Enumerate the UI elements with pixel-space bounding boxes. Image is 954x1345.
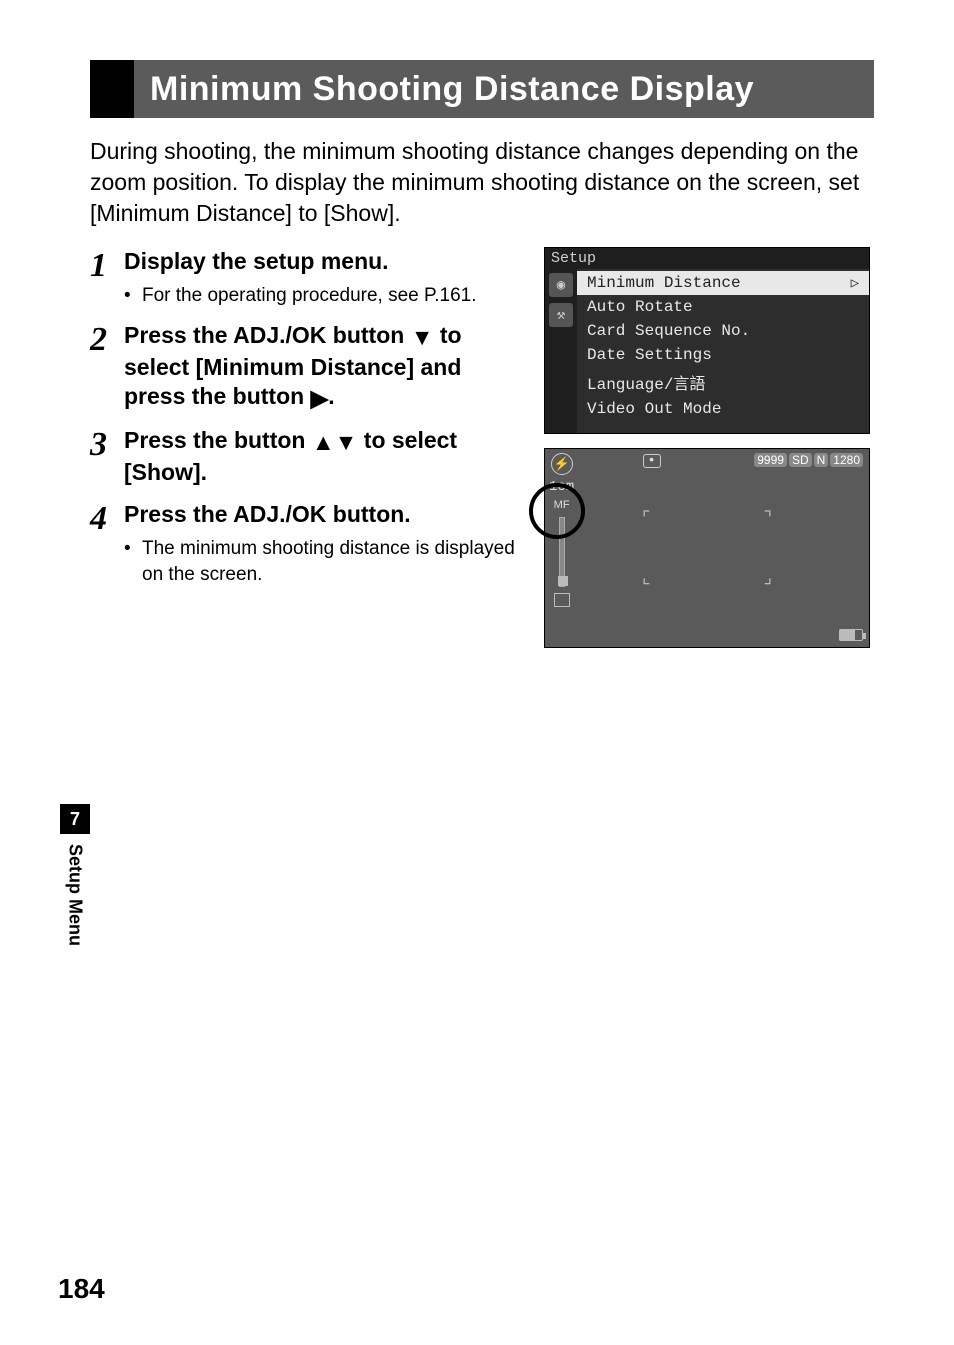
bullet-dot: • — [124, 283, 142, 309]
step-4-bullet: • The minimum shooting distance is displ… — [124, 536, 526, 587]
title-tab — [90, 60, 134, 118]
tools-icon: ⚒ — [549, 303, 573, 327]
step-number: 2 — [90, 321, 124, 415]
af-target-brackets: ⌜ ⌝ ⌞ ⌟ — [642, 508, 772, 588]
submenu-arrow-icon: ▷ — [851, 275, 859, 292]
focus-mode-icon: MF — [554, 499, 570, 511]
battery-icon — [839, 629, 863, 641]
zoom-scale-icon — [559, 517, 565, 587]
step-1: 1 Display the setup menu. • For the oper… — [90, 247, 526, 309]
section-title-bar: Minimum Shooting Distance Display — [90, 60, 874, 118]
menu-item: Date Settings — [577, 343, 869, 367]
up-down-arrow-icon: ▲▼ — [312, 428, 358, 458]
bracket-corner-icon: ⌝ — [764, 508, 772, 529]
step-3-part-0: Press the button — [124, 427, 312, 453]
step-4-text: Press the ADJ./OK button. — [124, 500, 526, 530]
step-2: 2 Press the ADJ./OK button ▼ to select [… — [90, 321, 526, 415]
bracket-corner-icon: ⌞ — [642, 567, 650, 588]
chapter-number: 7 — [60, 804, 90, 834]
intro-paragraph: During shooting, the minimum shooting di… — [90, 136, 874, 229]
live-view-badges: 9999SDN1280 — [752, 453, 863, 469]
down-arrow-icon: ▼ — [411, 323, 434, 353]
step-1-bullet: • For the operating procedure, see P.161… — [124, 283, 526, 309]
menu-item-minimum-distance: Minimum Distance ▷ — [577, 271, 869, 295]
step-2-text: Press the ADJ./OK button ▼ to select [Mi… — [124, 321, 526, 415]
menu-item: Auto Rotate — [577, 295, 869, 319]
step-4: 4 Press the ADJ./OK button. • The minimu… — [90, 500, 526, 587]
step-2-part-0: Press the ADJ./OK button — [124, 322, 411, 348]
setup-menu-sidebar: ◉ ⚒ — [545, 269, 577, 433]
menu-item-label: Auto Rotate — [587, 298, 693, 316]
sd-badge: SD — [789, 453, 812, 467]
step-2-part-4: . — [328, 383, 334, 409]
mode-badge: N — [814, 453, 829, 467]
live-view-left-icons: ⚡ 1cm MF — [549, 453, 574, 607]
step-4-bullet-text: The minimum shooting distance is display… — [142, 536, 526, 587]
menu-item-label: Card Sequence No. — [587, 322, 750, 340]
shooting-mode-icon — [554, 593, 570, 607]
bullet-dot: • — [124, 536, 142, 587]
setup-menu-screenshot: Setup ◉ ⚒ Minimum Distance ▷ Auto Rotate… — [544, 247, 870, 434]
step-number: 1 — [90, 247, 124, 309]
counter-badge: 9999 — [754, 453, 787, 467]
menu-item-label: Language/言語 — [587, 370, 705, 394]
menu-item-label: Minimum Distance — [587, 274, 741, 292]
section-title: Minimum Shooting Distance Display — [134, 70, 754, 109]
step-number: 3 — [90, 426, 124, 488]
menu-item: Language/言語 — [577, 367, 869, 397]
setup-menu-tab: Setup — [545, 248, 869, 269]
menu-item: Card Sequence No. — [577, 319, 869, 343]
chapter-label: Setup Menu — [65, 844, 86, 946]
bracket-corner-icon: ⌜ — [642, 508, 650, 529]
step-3: 3 Press the button ▲▼ to select [Show]. — [90, 426, 526, 488]
right-arrow-icon: ▶ — [311, 384, 329, 414]
af-frame-icon: • — [643, 454, 661, 468]
menu-item: Video Out Mode — [577, 397, 869, 421]
chapter-tab: 7 Setup Menu — [60, 804, 90, 1004]
step-3-text: Press the button ▲▼ to select [Show]. — [124, 426, 526, 488]
bracket-corner-icon: ⌟ — [764, 567, 772, 588]
flash-mode-icon: ⚡ — [551, 453, 573, 475]
live-view-screenshot: • 9999SDN1280 ⚡ 1cm MF ⌜ ⌝ ⌞ ⌟ — [544, 448, 870, 648]
menu-item-label: Video Out Mode — [587, 400, 721, 418]
camera-icon: ◉ — [549, 273, 573, 297]
minimum-distance-readout: 1cm — [549, 479, 574, 495]
page-number: 184 — [58, 1273, 105, 1305]
size-badge: 1280 — [830, 453, 863, 467]
menu-item-label: Date Settings — [587, 346, 712, 364]
step-number: 4 — [90, 500, 124, 587]
step-1-text: Display the setup menu. — [124, 247, 526, 277]
setup-menu-list: Minimum Distance ▷ Auto Rotate Card Sequ… — [577, 269, 869, 433]
step-1-bullet-text: For the operating procedure, see P.161. — [142, 283, 526, 309]
